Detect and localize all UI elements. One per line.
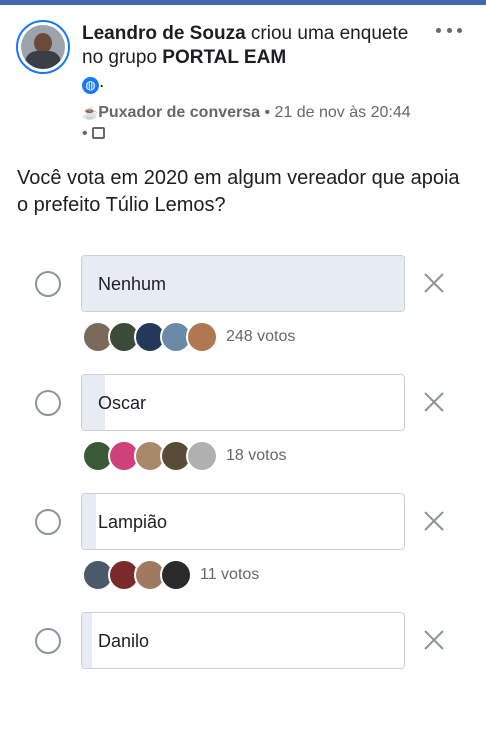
poll-option: Danilo	[0, 612, 486, 732]
option-label: Oscar	[98, 393, 147, 413]
author-avatar[interactable]	[16, 20, 70, 74]
voter-row[interactable]: 18 votos	[82, 440, 286, 472]
voter-avatar[interactable]	[186, 321, 218, 353]
option-box[interactable]: Nenhum	[81, 255, 405, 312]
group-icon	[92, 127, 106, 139]
voter-avatar[interactable]	[186, 440, 218, 472]
vote-share-bar	[82, 494, 97, 549]
option-box[interactable]: Danilo	[81, 612, 405, 669]
vote-count[interactable]: 18 votos	[226, 447, 286, 465]
option-label: Nenhum	[98, 274, 167, 294]
poll-question: Você vota em 2020 em algum vereador que …	[17, 167, 460, 216]
poll-option: Lampião 11 votos	[0, 493, 486, 613]
vote-share-bar	[82, 613, 92, 668]
option-radio[interactable]	[35, 509, 61, 535]
poll-option: Oscar 18 votos	[0, 374, 486, 494]
voter-row[interactable]: 248 votos	[82, 321, 295, 353]
close-icon[interactable]	[423, 391, 445, 413]
author-name[interactable]: Leandro de Souza	[82, 23, 246, 44]
option-radio[interactable]	[35, 390, 61, 416]
voter-avatar[interactable]	[160, 559, 192, 591]
close-icon[interactable]	[423, 510, 445, 532]
globe-icon: ◍	[82, 77, 99, 94]
option-label: Danilo	[98, 631, 150, 651]
post-header: Leandro de Souza criou uma enquete no gr…	[82, 22, 412, 94]
header-period: .	[99, 71, 105, 92]
close-icon[interactable]	[423, 272, 445, 294]
group-name[interactable]: PORTAL EAM	[162, 47, 286, 68]
option-label: Lampião	[98, 512, 168, 532]
option-box[interactable]: Oscar	[81, 374, 405, 431]
top-bar	[0, 0, 486, 5]
poll-option: Nenhum 248 votos	[0, 255, 486, 375]
avatar-image	[21, 25, 65, 69]
option-radio[interactable]	[35, 271, 61, 297]
vote-count[interactable]: 11 votos	[200, 566, 259, 584]
vote-count[interactable]: 248 votos	[226, 328, 295, 346]
option-radio[interactable]	[35, 628, 61, 654]
coffee-cup-icon: ☕	[82, 105, 99, 120]
option-box[interactable]: Lampião	[81, 493, 405, 550]
member-badge[interactable]: Puxador de conversa	[98, 104, 260, 121]
close-icon[interactable]	[423, 629, 445, 651]
more-options-icon[interactable]	[436, 22, 462, 38]
post-meta: ☕Puxador de conversa • 21 de nov às 20:4…	[82, 102, 412, 144]
voter-row[interactable]: 11 votos	[82, 559, 259, 591]
